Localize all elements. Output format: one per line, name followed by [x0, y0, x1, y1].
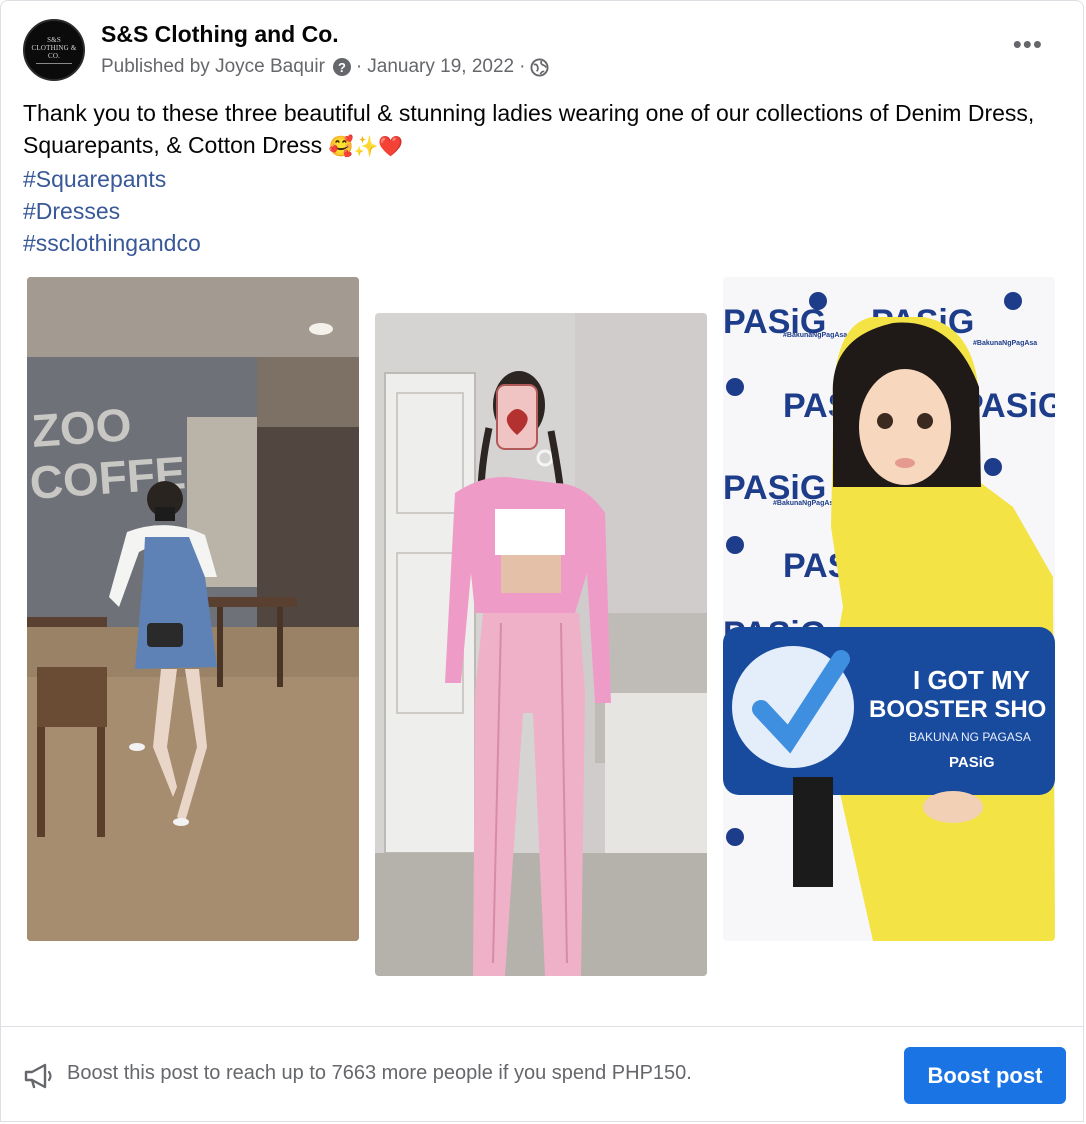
meta-separator: ·: [355, 56, 363, 77]
globe-icon[interactable]: [530, 57, 549, 77]
more-options-icon[interactable]: •••: [1013, 31, 1043, 57]
question-icon[interactable]: ?: [332, 58, 351, 76]
photo-cotton-dress[interactable]: PASiG PASiG PASiG PASiG PASiG PASiG PASi…: [723, 277, 1055, 941]
sign-line-3: BAKUNA NG PAGASA: [909, 730, 1031, 744]
backdrop-hashtag: #BakunaNgPagAsa: [783, 332, 847, 339]
post-header: S&S CLOTHING & CO. S&S Clothing and Co. …: [23, 19, 1061, 83]
hashtag-ssclothingandco[interactable]: #ssclothingandco: [23, 227, 1053, 259]
hashtag-dresses[interactable]: #Dresses: [23, 195, 1053, 227]
sign-line-2: BOOSTER SHO: [869, 696, 1046, 723]
page-avatar[interactable]: S&S CLOTHING & CO.: [23, 19, 85, 81]
post-text: Thank you to these three beautiful & stu…: [23, 100, 1035, 158]
avatar-logo-divider: [36, 63, 72, 64]
avatar-logo-text: S&S CLOTHING & CO.: [31, 36, 77, 60]
boost-post-button[interactable]: Boost post: [904, 1047, 1066, 1104]
post-meta: Published by Joyce Baquir ? · January 19…: [101, 56, 549, 78]
sign-line-4: PASiG: [949, 754, 995, 771]
page-name-link[interactable]: S&S Clothing and Co.: [101, 21, 339, 48]
post-date-link[interactable]: January 19, 2022: [367, 56, 514, 78]
megaphone-icon: [24, 1063, 52, 1089]
backdrop-hashtag: #BakunaNgPagAsa: [773, 500, 837, 507]
boost-prompt-text: Boost this post to reach up to 7663 more…: [67, 1062, 692, 1084]
hashtag-squarepants[interactable]: #Squarepants: [23, 163, 1053, 195]
post-card: S&S CLOTHING & CO. S&S Clothing and Co. …: [0, 0, 1084, 1122]
meta-separator: ·: [519, 56, 526, 77]
sign-line-1: I GOT MY: [913, 665, 1030, 695]
photo-denim-dress[interactable]: ZOO COFFEE: [27, 277, 359, 941]
wall-text-zoo: ZOO: [30, 398, 133, 457]
post-emojis: 🥰✨❤️: [328, 136, 404, 158]
post-body: Thank you to these three beautiful & stu…: [23, 97, 1053, 259]
published-by: Published by Joyce Baquir: [101, 56, 325, 77]
backdrop-hashtag: #BakunaNgPagAsa: [973, 340, 1037, 347]
footer-divider: [1, 1026, 1083, 1027]
photo-squarepants[interactable]: [375, 313, 707, 976]
